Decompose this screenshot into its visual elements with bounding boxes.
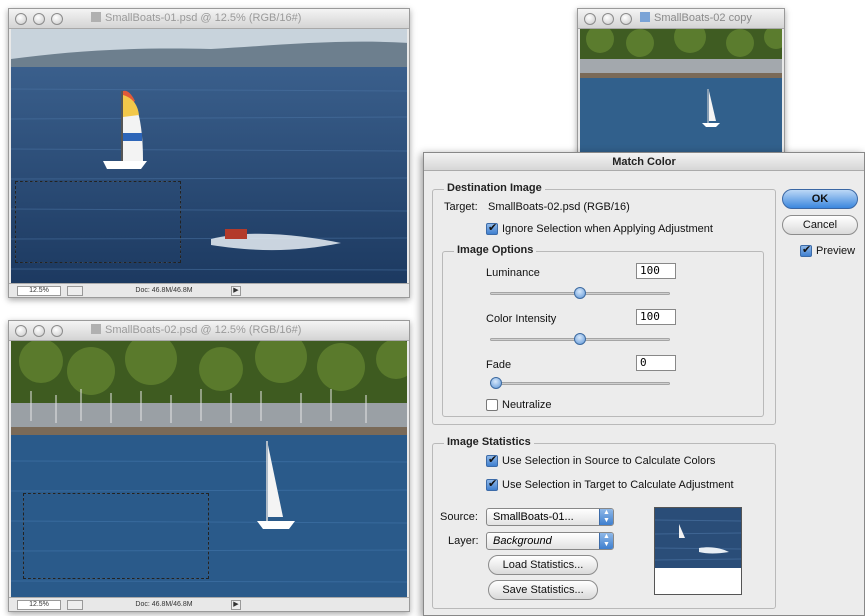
ok-button[interactable]: OK bbox=[782, 189, 858, 209]
document-icon bbox=[91, 324, 101, 334]
source-thumbnail bbox=[654, 507, 742, 595]
ignore-selection-checkbox[interactable] bbox=[486, 221, 498, 235]
dialog-title: Match Color bbox=[424, 153, 864, 171]
save-statistics-button[interactable]: Save Statistics... bbox=[488, 580, 598, 600]
match-color-dialog[interactable]: Match Color Destination Image Target: Sm… bbox=[423, 152, 865, 616]
fade-slider-thumb-icon[interactable] bbox=[490, 377, 502, 389]
fade-label: Fade bbox=[486, 359, 512, 371]
layer-popup[interactable]: Background ▲ ▼ bbox=[486, 532, 614, 550]
status-menu-arrow-icon[interactable]: ▶ bbox=[231, 286, 241, 296]
preview-checkbox[interactable] bbox=[800, 243, 812, 257]
color-intensity-label: Color Intensity bbox=[486, 313, 557, 325]
doc-size-readout: Doc: 46.8M/46.8M bbox=[135, 601, 193, 608]
zoom-field[interactable]: 12.5% bbox=[17, 600, 61, 610]
document-icon bbox=[91, 12, 101, 22]
source-popup-value: SmallBoats-01... bbox=[493, 511, 574, 523]
luminance-label: Luminance bbox=[486, 267, 540, 279]
close-window-button[interactable] bbox=[584, 13, 596, 25]
image-canvas[interactable] bbox=[11, 29, 407, 283]
luminance-field[interactable]: 100 bbox=[636, 263, 676, 279]
status-icon[interactable] bbox=[67, 286, 83, 296]
layer-label: Layer: bbox=[448, 535, 479, 547]
luminance-slider[interactable] bbox=[490, 287, 670, 299]
zoom-window-button[interactable] bbox=[51, 325, 63, 337]
document-window-smallboats-01[interactable]: SmallBoats-01.psd @ 12.5% (RGB/16#) 12.5… bbox=[8, 8, 410, 298]
target-value: SmallBoats-02.psd (RGB/16) bbox=[488, 201, 630, 213]
window-title: SmallBoats-01.psd @ 12.5% (RGB/16#) bbox=[91, 12, 301, 24]
selection-marquee[interactable] bbox=[15, 181, 181, 263]
fade-field[interactable]: 0 bbox=[636, 355, 676, 371]
zoom-field[interactable]: 12.5% bbox=[17, 286, 61, 296]
window-titlebar[interactable]: SmallBoats-02.psd @ 12.5% (RGB/16#) bbox=[9, 321, 409, 341]
status-bar: 12.5% Doc: 46.8M/46.8M ▶ bbox=[9, 597, 409, 611]
status-icon[interactable] bbox=[67, 600, 83, 610]
updown-arrows-icon: ▲ ▼ bbox=[599, 509, 613, 525]
use-selection-source-checkbox[interactable] bbox=[486, 453, 498, 467]
zoom-window-button[interactable] bbox=[620, 13, 632, 25]
ignore-selection-label[interactable]: Ignore Selection when Applying Adjustmen… bbox=[502, 223, 713, 235]
document-window-smallboats-02[interactable]: SmallBoats-02.psd @ 12.5% (RGB/16#) 12.5… bbox=[8, 320, 410, 612]
luminance-slider-thumb-icon[interactable] bbox=[574, 287, 586, 299]
target-label: Target: bbox=[444, 201, 478, 213]
updown-arrows-icon: ▲ ▼ bbox=[599, 533, 613, 549]
window-titlebar[interactable]: SmallBoats-02 copy bbox=[578, 9, 784, 29]
image-statistics-label: Image Statistics bbox=[444, 436, 534, 448]
source-popup[interactable]: SmallBoats-01... ▲ ▼ bbox=[486, 508, 614, 526]
window-title: SmallBoats-02 copy bbox=[640, 12, 752, 24]
color-intensity-slider-thumb-icon[interactable] bbox=[574, 333, 586, 345]
cancel-button[interactable]: Cancel bbox=[782, 215, 858, 235]
minimize-window-button[interactable] bbox=[602, 13, 614, 25]
preview-label[interactable]: Preview bbox=[816, 245, 855, 257]
document-window-smallboats-02-copy[interactable]: SmallBoats-02 copy bbox=[577, 8, 785, 158]
color-intensity-field[interactable]: 100 bbox=[636, 309, 676, 325]
image-canvas[interactable] bbox=[11, 341, 407, 597]
layer-popup-value: Background bbox=[493, 535, 552, 547]
slider-track bbox=[490, 382, 670, 385]
selection-marquee[interactable] bbox=[23, 493, 209, 579]
source-label: Source: bbox=[440, 511, 478, 523]
color-intensity-slider[interactable] bbox=[490, 333, 670, 345]
close-window-button[interactable] bbox=[15, 13, 27, 25]
status-bar: 12.5% Doc: 46.8M/46.8M ▶ bbox=[9, 283, 409, 297]
use-selection-target-label[interactable]: Use Selection in Target to Calculate Adj… bbox=[502, 479, 734, 491]
zoom-window-button[interactable] bbox=[51, 13, 63, 25]
window-title: SmallBoats-02.psd @ 12.5% (RGB/16#) bbox=[91, 324, 301, 336]
status-menu-arrow-icon[interactable]: ▶ bbox=[231, 600, 241, 610]
use-selection-source-label[interactable]: Use Selection in Source to Calculate Col… bbox=[502, 455, 715, 467]
fade-slider[interactable] bbox=[490, 377, 670, 389]
source-thumbnail-image bbox=[655, 508, 741, 568]
document-icon bbox=[640, 12, 650, 22]
neutralize-label[interactable]: Neutralize bbox=[502, 399, 552, 411]
image-options-label: Image Options bbox=[454, 244, 537, 256]
use-selection-target-checkbox[interactable] bbox=[486, 477, 498, 491]
image-canvas[interactable] bbox=[580, 29, 782, 157]
doc-size-readout: Doc: 46.8M/46.8M bbox=[135, 287, 193, 294]
boats-photo-2-copy bbox=[580, 29, 782, 157]
window-titlebar[interactable]: SmallBoats-01.psd @ 12.5% (RGB/16#) bbox=[9, 9, 409, 29]
minimize-window-button[interactable] bbox=[33, 13, 45, 25]
minimize-window-button[interactable] bbox=[33, 325, 45, 337]
neutralize-checkbox[interactable] bbox=[486, 399, 498, 411]
close-window-button[interactable] bbox=[15, 325, 27, 337]
destination-image-label: Destination Image bbox=[444, 182, 545, 194]
load-statistics-button[interactable]: Load Statistics... bbox=[488, 555, 598, 575]
